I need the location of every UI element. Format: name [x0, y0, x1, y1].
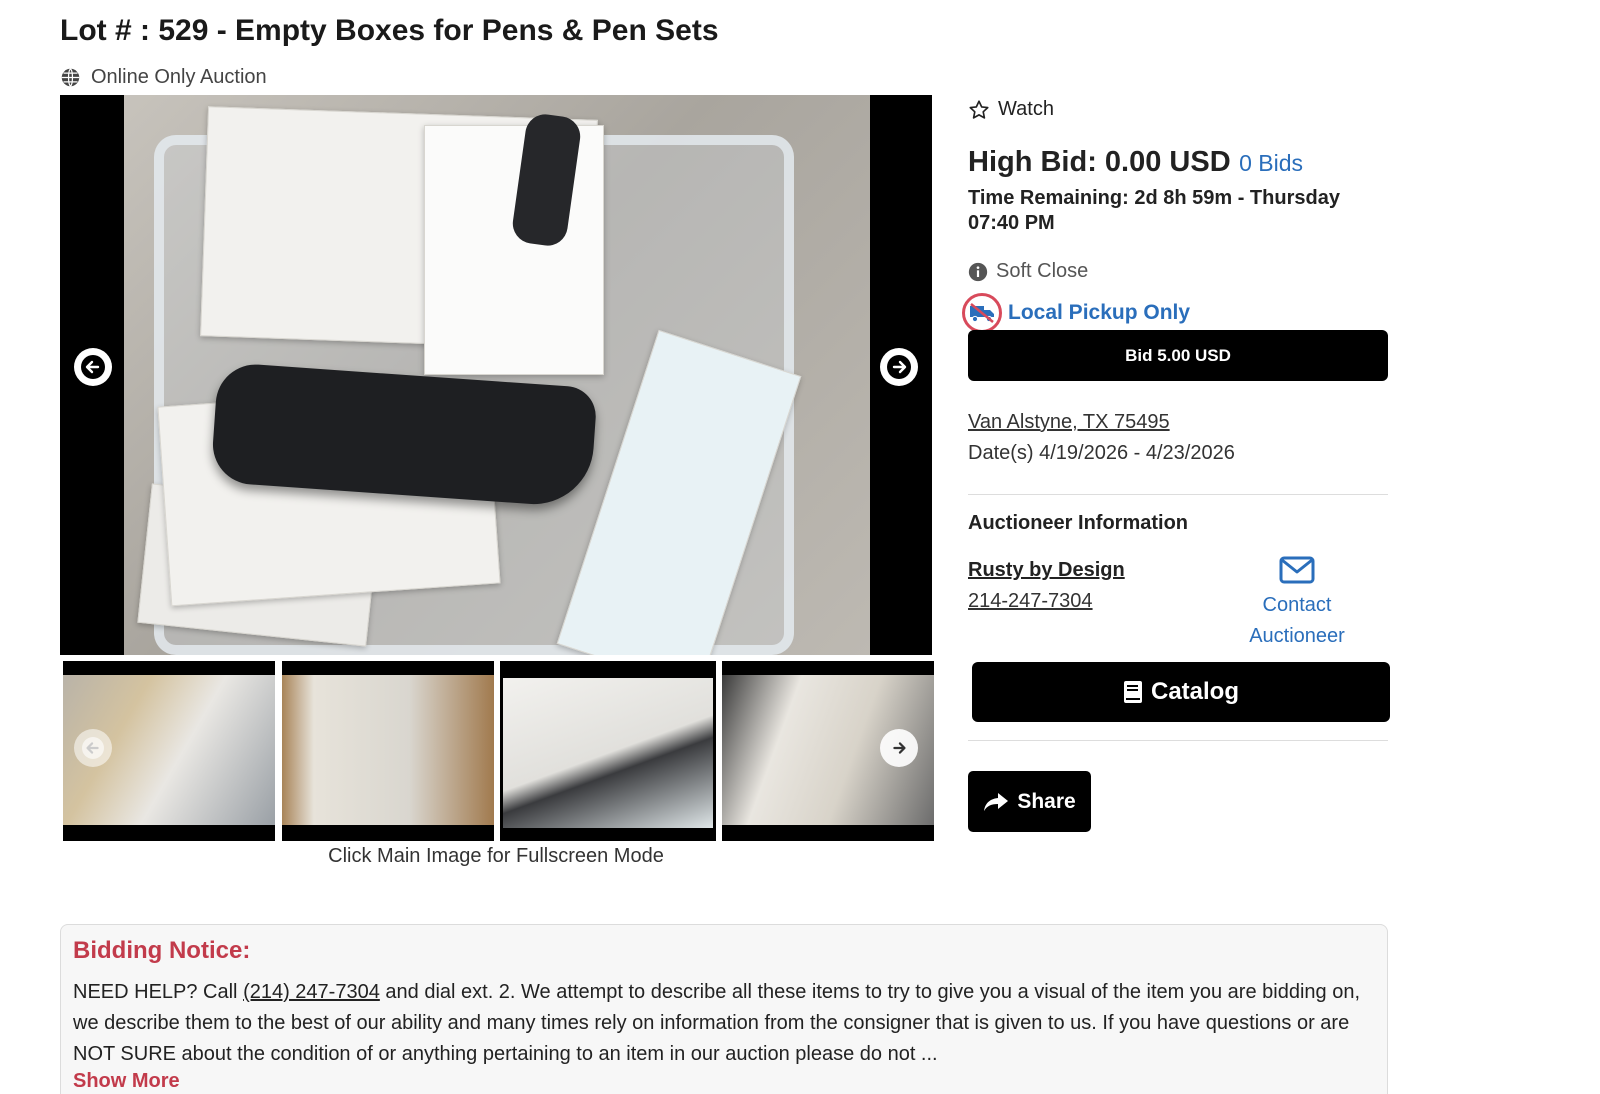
- notice-phone-link[interactable]: (214) 247-7304: [243, 981, 380, 1003]
- thumbnail-2[interactable]: [282, 661, 494, 841]
- high-bid-amount: High Bid: 0.00 USD: [968, 146, 1231, 178]
- thumbnails-next-button[interactable]: [880, 729, 918, 767]
- arrow-left-icon: [81, 355, 105, 379]
- arrow-right-icon: [887, 355, 911, 379]
- watch-button[interactable]: Watch: [968, 98, 1054, 121]
- pickup-label: Local Pickup Only: [1008, 301, 1191, 324]
- contact-auctioneer-button[interactable]: Contact Auctioneer: [1222, 556, 1372, 652]
- share-label: Share: [1017, 789, 1076, 813]
- show-more-link[interactable]: Show More: [73, 1070, 1375, 1093]
- next-image-button[interactable]: [880, 348, 918, 386]
- location-link[interactable]: Van Alstyne, TX 75495: [968, 411, 1170, 434]
- star-icon: [969, 99, 989, 119]
- auction-dates: Date(s) 4/19/2026 - 4/23/2026: [968, 442, 1235, 464]
- auctioneer-heading: Auctioneer Information: [968, 512, 1189, 534]
- catalog-button[interactable]: Catalog: [972, 662, 1390, 722]
- pickup-badge: [962, 293, 1002, 333]
- local-pickup: Local Pickup Only: [962, 293, 1190, 333]
- thumbnails-prev-button[interactable]: [74, 729, 112, 767]
- divider: [968, 740, 1388, 741]
- high-bid: High Bid: 0.00 USD 0 Bids: [968, 146, 1303, 179]
- envelope-icon: [1279, 556, 1315, 584]
- book-icon: [1123, 681, 1142, 703]
- catalog-label: Catalog: [1150, 678, 1239, 705]
- info-icon: [968, 262, 988, 281]
- truck-icon: [970, 303, 994, 323]
- globe-icon: [61, 68, 80, 87]
- notice-body: NEED HELP? Call (214) 247-7304 and dial …: [73, 977, 1375, 1070]
- thumbnail-3[interactable]: [500, 661, 716, 841]
- bidding-notice: Bidding Notice: NEED HELP? Call (214) 24…: [60, 924, 1388, 1094]
- time-remaining: Time Remaining: 2d 8h 59m - Thursday 07:…: [968, 187, 1340, 234]
- share-button[interactable]: Share: [968, 771, 1091, 832]
- notice-text-start: NEED HELP? Call: [73, 981, 244, 1003]
- auction-type-label: Online Only Auction: [91, 66, 267, 88]
- divider: [968, 494, 1388, 495]
- bid-button[interactable]: Bid 5.00 USD: [968, 330, 1388, 381]
- lot-title: Lot # : 529 - Empty Boxes for Pens & Pen…: [60, 14, 719, 47]
- arrow-right-icon: [893, 742, 906, 754]
- contact-label-line1: Contact: [1262, 594, 1332, 616]
- contact-label-line2: Auctioneer: [1249, 625, 1345, 647]
- auctioneer-phone-link[interactable]: 214-247-7304: [968, 590, 1093, 613]
- watch-label: Watch: [998, 98, 1054, 120]
- fullscreen-caption: Click Main Image for Fullscreen Mode: [328, 845, 664, 867]
- thumbnail-strip: [60, 658, 934, 842]
- auctioneer-name-link[interactable]: Rusty by Design: [968, 559, 1125, 582]
- share-arrow-icon: [984, 792, 1009, 811]
- notice-title: Bidding Notice:: [73, 937, 251, 964]
- soft-close-label: Soft Close: [996, 260, 1089, 282]
- lot-photo: [124, 95, 870, 655]
- bids-link[interactable]: 0 Bids: [1239, 150, 1303, 176]
- main-image[interactable]: [60, 95, 932, 655]
- soft-close: Soft Close: [968, 260, 1088, 283]
- arrow-left-icon: [82, 737, 104, 759]
- prev-image-button[interactable]: [74, 348, 112, 386]
- auction-type: Online Only Auction: [60, 66, 267, 89]
